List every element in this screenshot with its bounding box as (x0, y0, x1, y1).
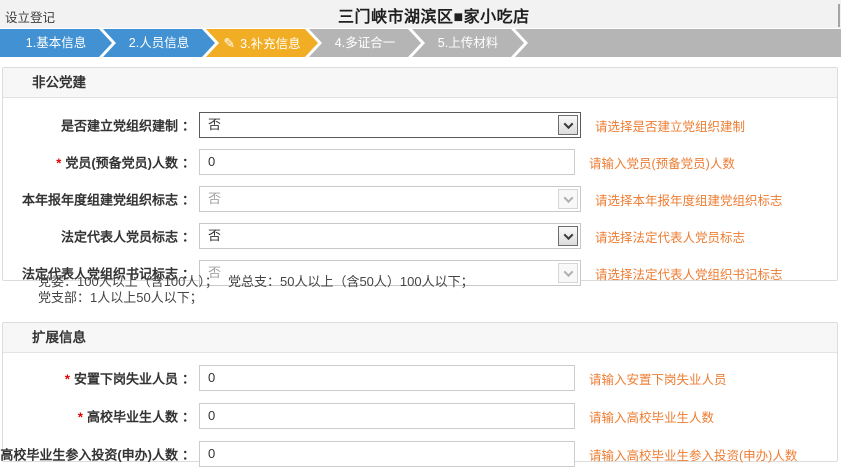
chevron-down-icon[interactable] (558, 263, 578, 283)
college-graduate-investor-count-input[interactable]: 0 (199, 441, 575, 467)
field-label: *高校毕业生人数： (78, 407, 195, 426)
party-structure-flag-select[interactable]: 否 (199, 112, 581, 138)
note-line: 党支部：1人以上50人以下； (38, 290, 474, 306)
field-hint: 请输入高校毕业生参入投资(申办)人数 (589, 445, 797, 464)
college-graduate-count-input[interactable]: 0 (199, 403, 575, 429)
annual-party-org-flag-select[interactable]: 否 (199, 186, 581, 212)
field-hint: 请选择法定代表人党组织书记标志 (595, 264, 783, 283)
select-value: 否 (208, 228, 221, 243)
field-hint: 请选择本年报年度组建党组织标志 (595, 190, 783, 209)
step-tab-multi-cert[interactable]: 4.多证合一 (309, 29, 421, 57)
select-value: 否 (208, 191, 221, 206)
party-size-note: 党委：100人以上（含100人）； 党总支：50人以上（含50人）100人以下；… (38, 274, 474, 306)
required-asterisk: * (56, 156, 61, 171)
page-title: 三门峡市湖滨区■家小吃店 (338, 3, 530, 27)
step-tab-basic-info[interactable]: 1.基本信息 (0, 29, 112, 57)
required-asterisk: * (78, 410, 83, 425)
party-member-count-input[interactable]: 0 (199, 149, 575, 175)
field-label: 法定代表人党员标志： (61, 227, 195, 246)
form-row: *高校毕业生参入投资(申办)人数： 0 请输入高校毕业生参入投资(申办)人数 (3, 440, 837, 468)
field-hint: 请选择法定代表人党员标志 (595, 227, 745, 246)
required-asterisk: * (65, 372, 70, 387)
form-row: 法定代表人党员标志： 否 请选择法定代表人党员标志 (3, 222, 837, 250)
section-extended-info: 扩展信息 *安置下岗失业人员： 0 请输入安置下岗失业人员 *高校毕业生人数： 0… (2, 322, 838, 462)
step-tab-supplementary-info[interactable]: ✎3.补充信息 (206, 29, 318, 57)
section-party-building: 非公党建 是否建立党组织建制： 否 请选择是否建立党组织建制 *党员(预备党员)人… (2, 67, 838, 281)
step-bar-filler (515, 29, 841, 57)
field-label: 本年报年度组建党组织标志： (22, 190, 195, 209)
section-title: 非公党建 (3, 68, 837, 98)
field-label: *党员(预备党员)人数： (56, 153, 195, 172)
step-tab-upload-materials[interactable]: 5.上传材料 (412, 29, 524, 57)
step-wizard: 1.基本信息2.人员信息✎3.补充信息4.多证合一5.上传材料 (0, 29, 841, 57)
top-bar: 设立登记 三门峡市湖滨区■家小吃店 (0, 0, 841, 28)
note-line: 党委：100人以上（含100人）； 党总支：50人以上（含50人）100人以下； (38, 274, 474, 290)
pencil-icon: ✎ (223, 29, 235, 57)
form-row: *党员(预备党员)人数： 0 请输入党员(预备党员)人数 (3, 148, 837, 176)
form-row: *安置下岗失业人员： 0 请输入安置下岗失业人员 (3, 364, 837, 392)
field-hint: 请选择是否建立党组织建制 (595, 116, 745, 135)
legal-rep-party-member-flag-select[interactable]: 否 (199, 223, 581, 249)
chevron-down-icon[interactable] (558, 226, 578, 246)
select-value: 否 (208, 117, 221, 132)
step-tab-personnel-info[interactable]: 2.人员信息 (103, 29, 215, 57)
field-label: *安置下岗失业人员： (65, 369, 195, 388)
field-label: *高校毕业生参入投资(申办)人数： (0, 445, 195, 464)
field-hint: 请输入高校毕业生人数 (589, 407, 714, 426)
app-title: 设立登记 (5, 7, 55, 26)
form-row: *高校毕业生人数： 0 请输入高校毕业生人数 (3, 402, 837, 430)
chevron-down-icon[interactable] (558, 115, 578, 135)
chevron-down-icon[interactable] (558, 189, 578, 209)
field-hint: 请输入安置下岗失业人员 (589, 369, 727, 388)
form-row: 本年报年度组建党组织标志： 否 请选择本年报年度组建党组织标志 (3, 185, 837, 213)
field-hint: 请输入党员(预备党员)人数 (589, 153, 735, 172)
field-label: 是否建立党组织建制： (61, 116, 195, 135)
scrollbar-fragment[interactable] (838, 4, 840, 27)
form-row: 是否建立党组织建制： 否 请选择是否建立党组织建制 (3, 111, 837, 139)
section-title: 扩展信息 (3, 323, 837, 353)
laid-off-placement-count-input[interactable]: 0 (199, 365, 575, 391)
